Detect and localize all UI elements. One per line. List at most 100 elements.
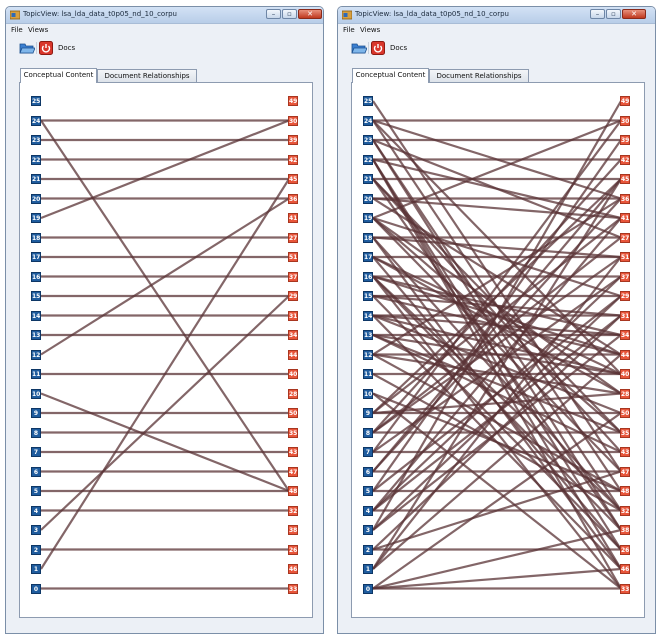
menu-views[interactable]: Views [28, 25, 48, 35]
document-node[interactable]: 33 [288, 583, 298, 594]
close-button[interactable]: ✕ [622, 9, 646, 19]
document-node[interactable]: 35 [620, 427, 630, 438]
menu-views[interactable]: Views [360, 25, 380, 35]
document-node[interactable]: 37 [620, 271, 630, 282]
document-node[interactable]: 40 [288, 369, 298, 379]
document-node[interactable]: 32 [620, 505, 630, 516]
docs-button[interactable]: Docs [390, 44, 407, 52]
topic-node[interactable]: 6 [363, 466, 373, 477]
topic-node[interactable]: 13 [363, 330, 373, 340]
topic-node[interactable]: 6 [31, 466, 41, 477]
document-node[interactable]: 30 [288, 115, 298, 126]
topic-node[interactable]: 4 [363, 505, 373, 516]
topic-node[interactable]: 10 [363, 388, 373, 399]
topic-node[interactable]: 1 [31, 564, 41, 574]
topic-node[interactable]: 11 [31, 369, 41, 379]
tab-conceptual-content[interactable]: Conceptual Content [20, 68, 97, 83]
document-node[interactable]: 47 [620, 466, 630, 477]
document-node[interactable]: 34 [620, 330, 630, 340]
document-node[interactable]: 30 [620, 115, 630, 126]
topic-node[interactable]: 24 [363, 115, 373, 126]
document-node[interactable]: 29 [288, 291, 298, 301]
document-node[interactable]: 26 [620, 544, 630, 555]
document-node[interactable]: 37 [288, 271, 298, 282]
topic-node[interactable]: 16 [31, 271, 41, 282]
document-node[interactable]: 47 [288, 466, 298, 477]
topic-node[interactable]: 0 [363, 583, 373, 594]
document-node[interactable]: 44 [620, 349, 630, 360]
topic-node[interactable]: 25 [363, 96, 373, 106]
document-node[interactable]: 40 [620, 369, 630, 379]
topic-node[interactable]: 24 [31, 115, 41, 126]
topic-node[interactable]: 12 [363, 349, 373, 360]
topic-node[interactable]: 7 [363, 447, 373, 457]
topic-node[interactable]: 11 [363, 369, 373, 379]
document-node[interactable]: 31 [288, 310, 298, 321]
topic-node[interactable]: 3 [31, 525, 41, 535]
power-icon[interactable] [371, 41, 385, 55]
document-node[interactable]: 28 [620, 388, 630, 399]
topic-node[interactable]: 17 [363, 252, 373, 262]
document-node[interactable]: 34 [288, 330, 298, 340]
menu-file[interactable]: File [11, 25, 23, 35]
topic-node[interactable]: 18 [31, 232, 41, 243]
document-node[interactable]: 39 [620, 135, 630, 145]
document-node[interactable]: 31 [620, 310, 630, 321]
topic-node[interactable]: 9 [31, 408, 41, 418]
topic-node[interactable]: 0 [31, 583, 41, 594]
document-node[interactable]: 32 [288, 505, 298, 516]
tab-conceptual-content[interactable]: Conceptual Content [352, 68, 429, 83]
topic-node[interactable]: 7 [31, 447, 41, 457]
topic-node[interactable]: 25 [31, 96, 41, 106]
topic-node[interactable]: 1 [363, 564, 373, 574]
minimize-button[interactable]: – [266, 9, 281, 19]
topic-node[interactable]: 4 [31, 505, 41, 516]
topic-node[interactable]: 19 [31, 213, 41, 223]
document-node[interactable]: 49 [288, 96, 298, 106]
topic-node[interactable]: 2 [31, 544, 41, 555]
folder-open-icon[interactable] [351, 41, 367, 55]
topic-node[interactable]: 5 [363, 486, 373, 496]
topic-node[interactable]: 21 [363, 174, 373, 184]
document-node[interactable]: 27 [620, 232, 630, 243]
tab-document-relationships[interactable]: Document Relationships [97, 69, 197, 82]
topic-node[interactable]: 8 [363, 427, 373, 438]
topic-node[interactable]: 22 [363, 154, 373, 165]
topic-node[interactable]: 14 [31, 310, 41, 321]
topic-node[interactable]: 13 [31, 330, 41, 340]
document-node[interactable]: 49 [620, 96, 630, 106]
document-node[interactable]: 41 [620, 213, 630, 223]
document-node[interactable]: 28 [288, 388, 298, 399]
tab-document-relationships[interactable]: Document Relationships [429, 69, 529, 82]
docs-button[interactable]: Docs [58, 44, 75, 52]
topic-node[interactable]: 18 [363, 232, 373, 243]
topic-node[interactable]: 14 [363, 310, 373, 321]
topic-node[interactable]: 8 [31, 427, 41, 438]
document-node[interactable]: 33 [620, 583, 630, 594]
topic-node[interactable]: 20 [363, 193, 373, 204]
document-node[interactable]: 26 [288, 544, 298, 555]
document-node[interactable]: 48 [620, 486, 630, 496]
document-node[interactable]: 43 [288, 447, 298, 457]
document-node[interactable]: 50 [288, 408, 298, 418]
document-node[interactable]: 36 [288, 193, 298, 204]
topic-node[interactable]: 23 [31, 135, 41, 145]
document-node[interactable]: 36 [620, 193, 630, 204]
document-node[interactable]: 35 [288, 427, 298, 438]
topic-node[interactable]: 19 [363, 213, 373, 223]
title-bar[interactable]: TopicView: lsa_lda_data_t0p05_nd_10_corp… [6, 7, 323, 24]
power-icon[interactable] [39, 41, 53, 55]
topic-node[interactable]: 3 [363, 525, 373, 535]
document-node[interactable]: 43 [620, 447, 630, 457]
document-node[interactable]: 29 [620, 291, 630, 301]
maximize-button[interactable]: ▫ [606, 9, 621, 19]
topic-node[interactable]: 22 [31, 154, 41, 165]
document-node[interactable]: 39 [288, 135, 298, 145]
close-button[interactable]: ✕ [298, 9, 322, 19]
topic-node[interactable]: 15 [363, 291, 373, 301]
menu-file[interactable]: File [343, 25, 355, 35]
topic-node[interactable]: 16 [363, 271, 373, 282]
topic-node[interactable]: 20 [31, 193, 41, 204]
topic-node[interactable]: 17 [31, 252, 41, 262]
document-node[interactable]: 46 [620, 564, 630, 574]
